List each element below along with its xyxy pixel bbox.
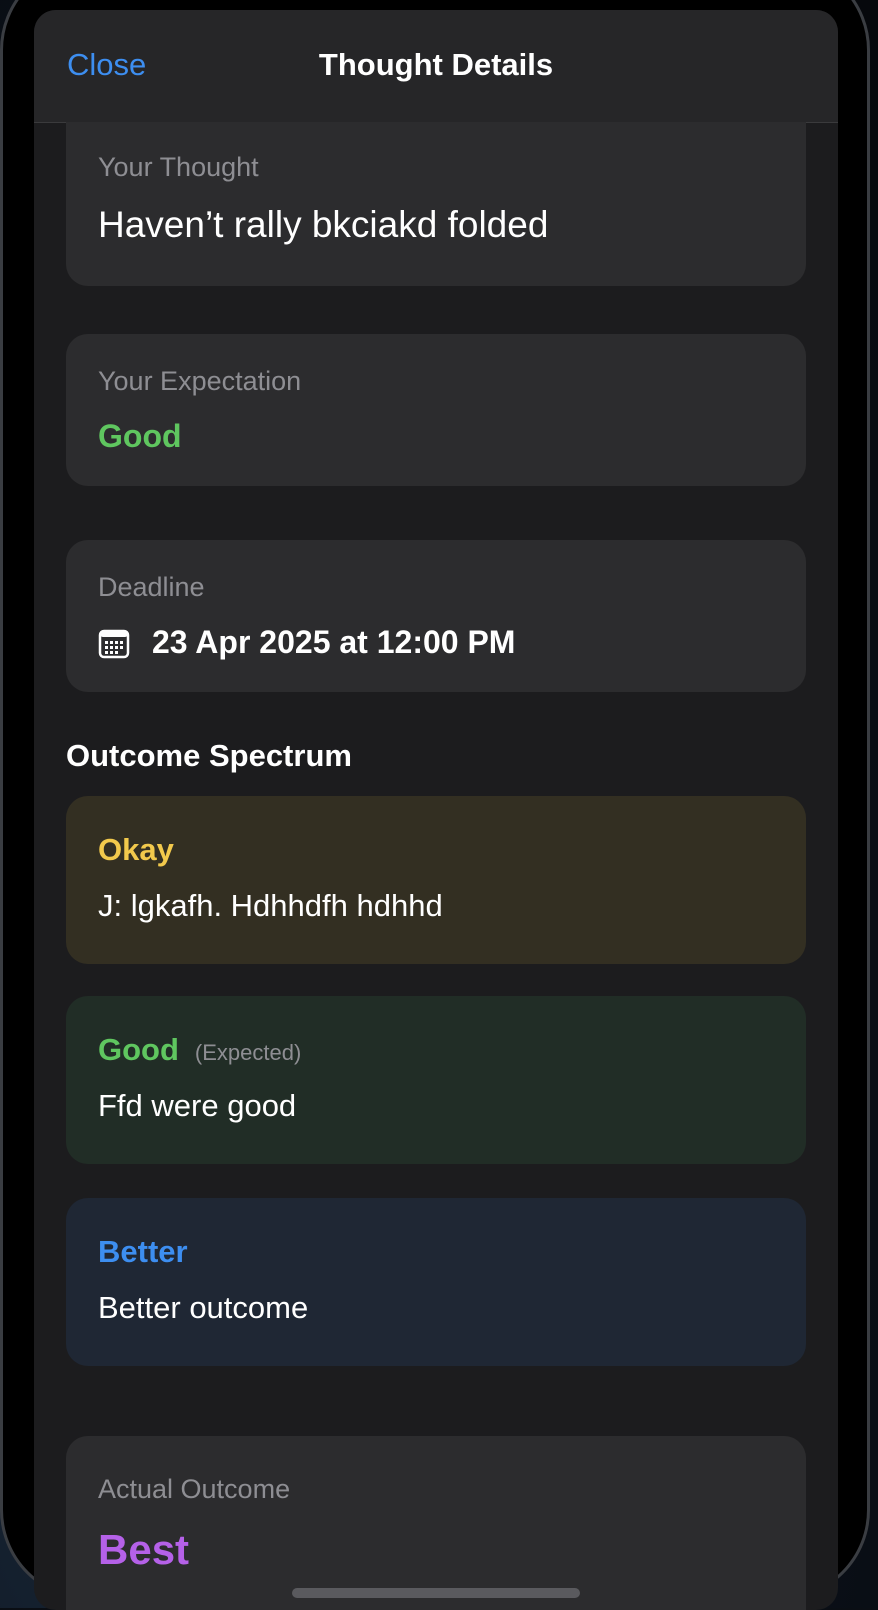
outcome-description: Ffd were good xyxy=(98,1088,297,1123)
outcome-card-better: Better Better outcome xyxy=(66,1198,806,1366)
deadline-label: Deadline xyxy=(98,572,205,602)
outcome-title-text: Good xyxy=(98,1032,179,1067)
thought-card: Your Thought Haven’t rally bkciakd folde… xyxy=(66,122,806,286)
navigation-bar: Close Thought Details xyxy=(34,10,838,123)
outcome-title-text: Okay xyxy=(98,832,174,867)
deadline-card: Deadline 23 Apr 2025 at 12:00 PM xyxy=(66,540,806,692)
outcome-description: J: lgkafh. Hdhhdfh hdhhd xyxy=(98,888,443,923)
outcome-spectrum-heading: Outcome Spectrum xyxy=(66,738,352,773)
thought-label: Your Thought xyxy=(98,152,259,182)
deadline-row: 23 Apr 2025 at 12:00 PM xyxy=(98,624,515,661)
calendar-icon xyxy=(98,629,130,658)
actual-outcome-card: Actual Outcome Best xyxy=(66,1436,806,1610)
thought-details-sheet: Close Thought Details Your Thought Haven… xyxy=(34,10,838,1610)
outcome-title-text: Better xyxy=(98,1234,188,1269)
outcome-title: Okay xyxy=(98,832,174,868)
outcome-card-okay: Okay J: lgkafh. Hdhhdfh hdhhd xyxy=(66,796,806,964)
outcome-description: Better outcome xyxy=(98,1290,309,1325)
home-indicator[interactable] xyxy=(292,1588,580,1598)
page-title: Thought Details xyxy=(318,47,554,82)
thought-value: Haven’t rally bkciakd folded xyxy=(98,204,549,245)
expectation-label: Your Expectation xyxy=(98,366,302,396)
expected-badge: (Expected) xyxy=(194,1040,302,1065)
expectation-card: Your Expectation Good xyxy=(66,334,806,486)
deadline-value: 23 Apr 2025 at 12:00 PM xyxy=(152,624,516,660)
actual-outcome-label: Actual Outcome xyxy=(98,1474,291,1504)
actual-outcome-value: Best xyxy=(98,1526,190,1573)
expectation-value: Good xyxy=(98,418,182,454)
outcome-title: Better xyxy=(98,1234,188,1270)
outcome-card-good: Good (Expected) Ffd were good xyxy=(66,996,806,1164)
outcome-title: Good (Expected) xyxy=(98,1032,301,1068)
